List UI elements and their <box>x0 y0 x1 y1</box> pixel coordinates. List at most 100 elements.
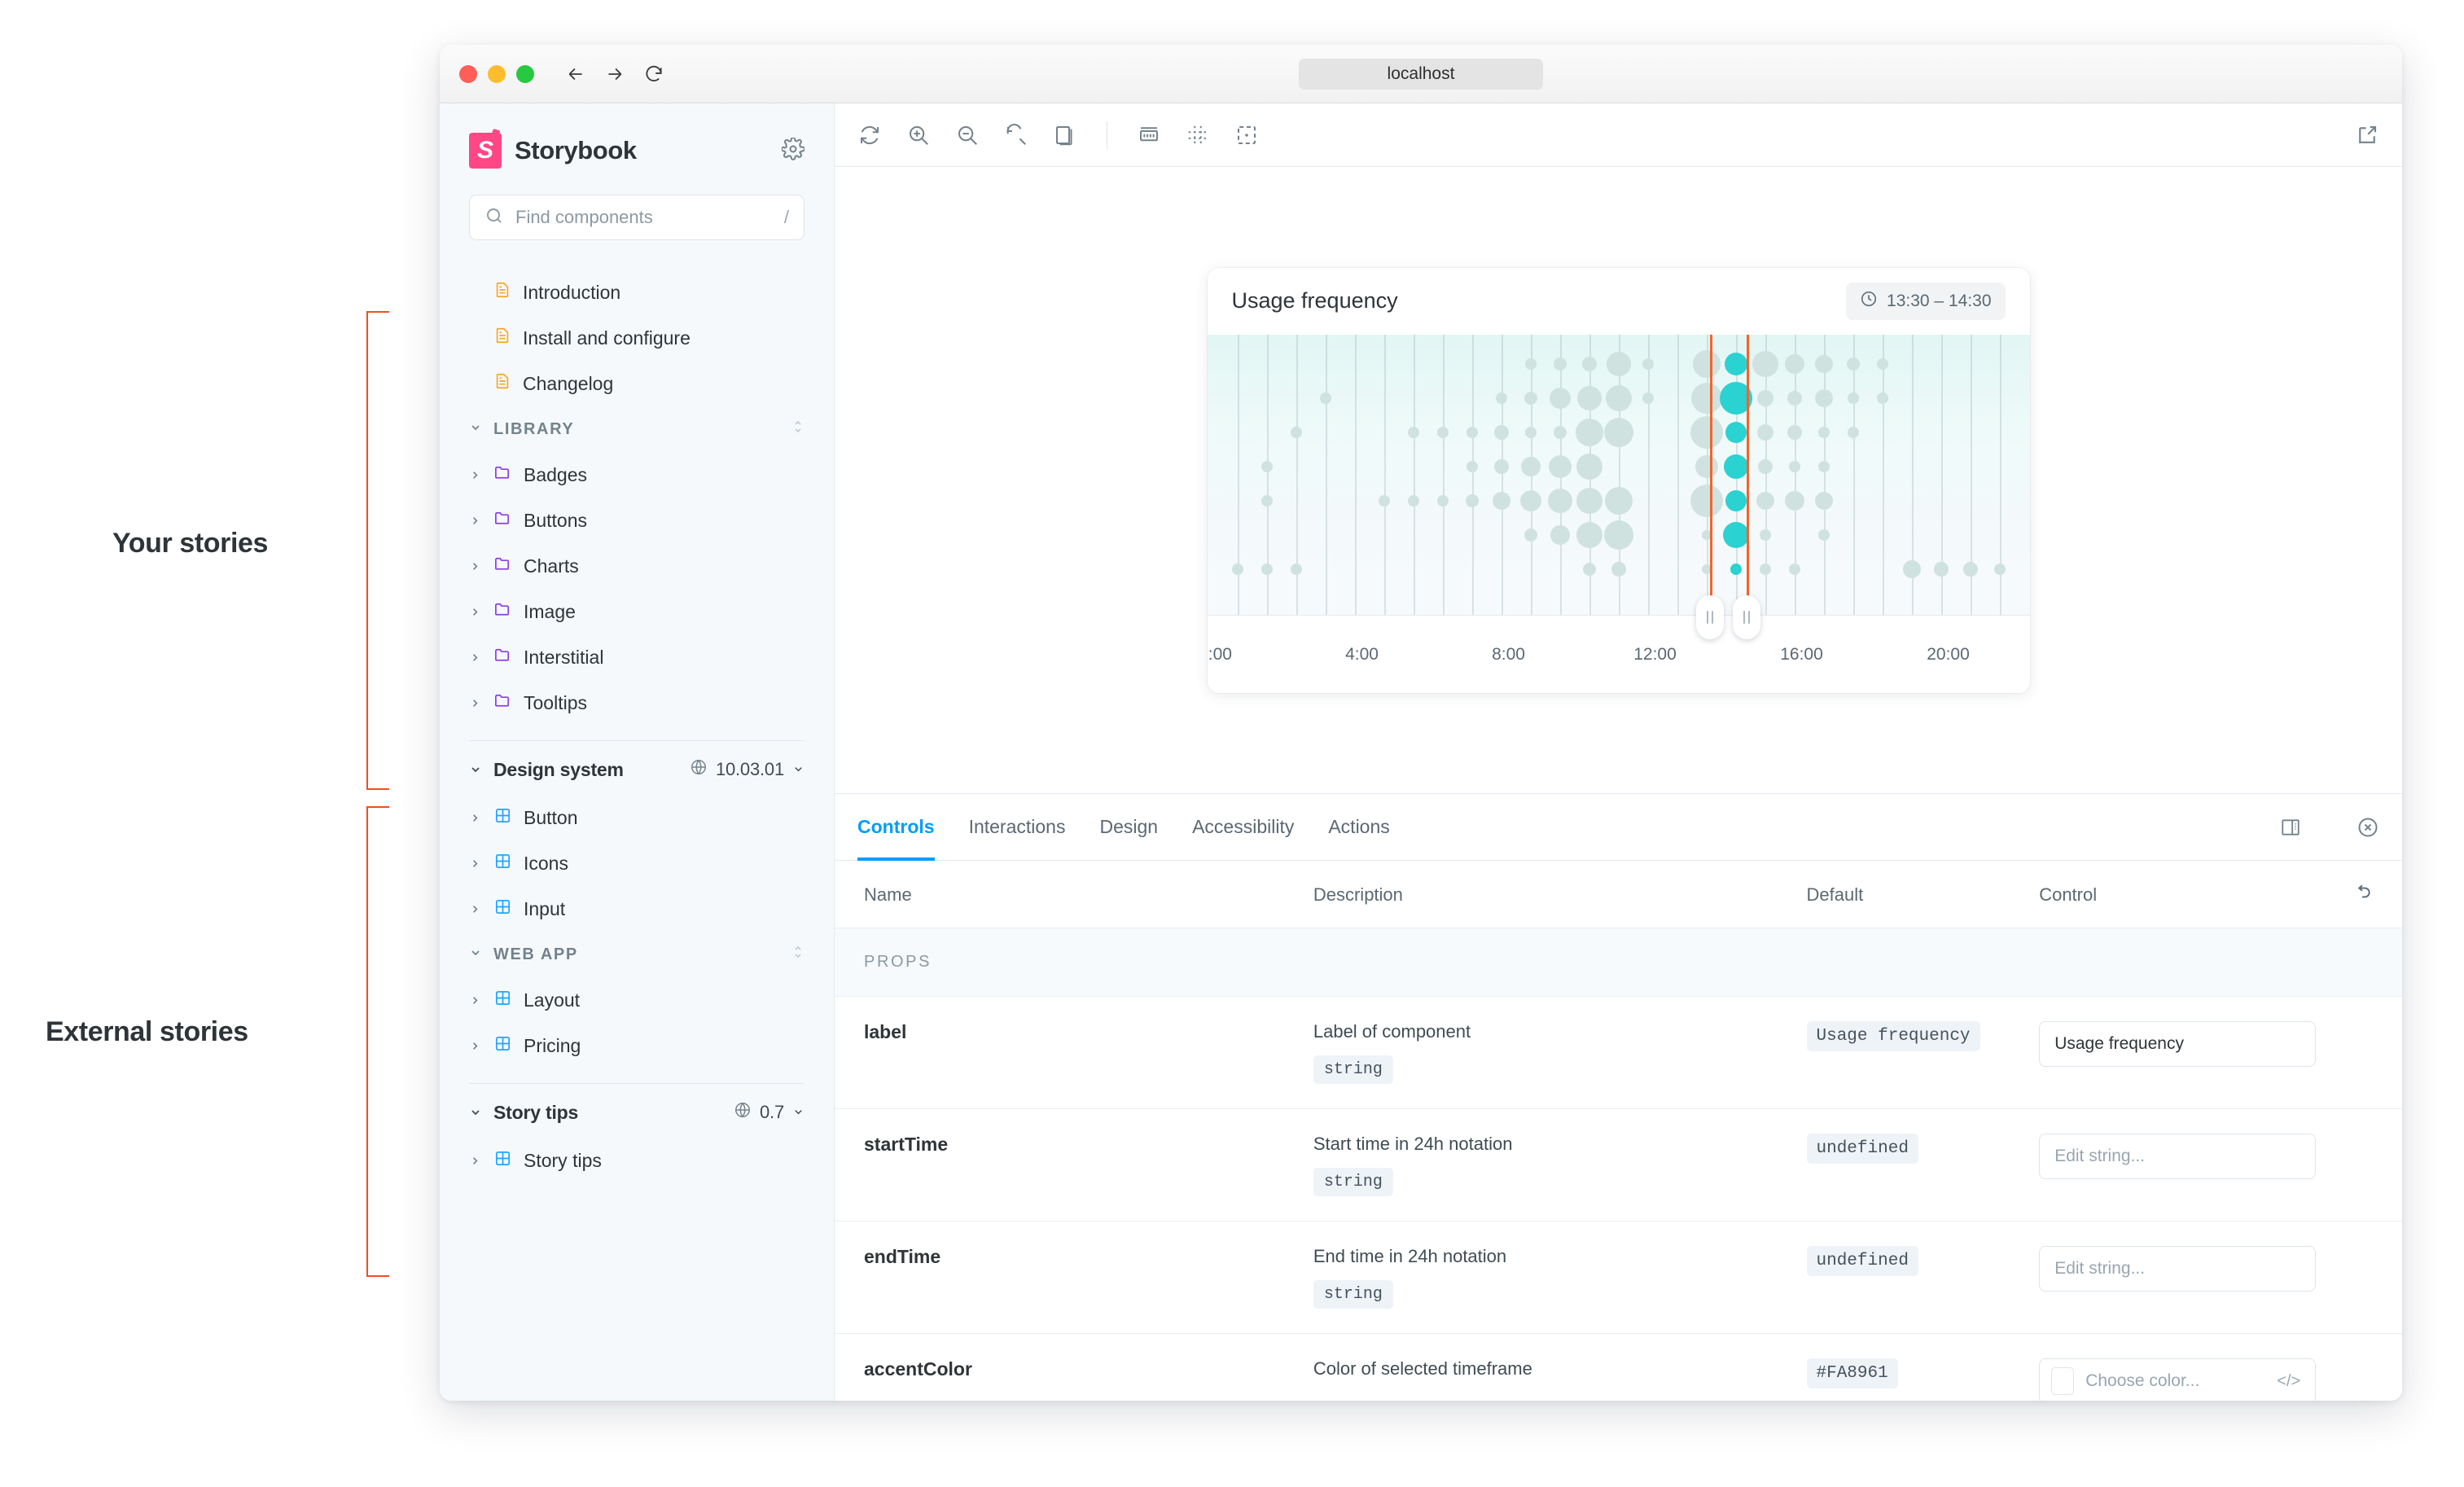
maximize-window-button[interactable] <box>516 65 534 83</box>
brand[interactable]: S Storybook <box>469 133 637 169</box>
chevron-right-icon[interactable] <box>469 469 482 481</box>
sidebar-item-changelog[interactable]: Changelog <box>469 361 805 406</box>
document-icon <box>493 281 511 304</box>
chart-bubble <box>1877 393 1888 404</box>
sidebar-item-introduction[interactable]: Introduction <box>469 270 805 315</box>
sidebar-item-input[interactable]: Input <box>469 886 805 932</box>
chevron-right-icon[interactable] <box>469 606 482 618</box>
prop-type-pill: string <box>1313 1168 1393 1196</box>
axis-tick-label: 8:00 <box>1492 645 1525 665</box>
chart-bubble <box>1757 424 1773 441</box>
sidebar-item-badges[interactable]: Badges <box>469 452 805 498</box>
sidebar-item-icons[interactable]: Icons <box>469 840 805 886</box>
sidebar-item-button[interactable]: Button <box>469 795 805 840</box>
sort-toggle-icon[interactable] <box>791 418 805 441</box>
chevron-right-icon[interactable] <box>469 1155 482 1167</box>
panel-layout-icon[interactable] <box>2280 817 2301 838</box>
chevron-right-icon[interactable] <box>469 697 482 709</box>
back-icon[interactable] <box>565 64 586 85</box>
zoom-out-icon[interactable] <box>955 123 980 147</box>
layers-icon[interactable] <box>1053 123 1077 147</box>
sidebar-root-story-tips[interactable]: Story tips 0.7 <box>469 1087 805 1138</box>
sidebar-item-pricing[interactable]: Pricing <box>469 1023 805 1068</box>
controls-table-header: Name Description Default Control <box>835 861 2402 928</box>
sidebar-group-library[interactable]: LIBRARY <box>469 406 805 452</box>
chevron-right-icon[interactable] <box>469 1040 482 1052</box>
reset-controls-button[interactable] <box>2345 861 2402 928</box>
sidebar-item-interstitial[interactable]: Interstitial <box>469 634 805 680</box>
code-icon[interactable]: </> <box>2277 1372 2300 1391</box>
tab-accessibility[interactable]: Accessibility <box>1192 794 1294 860</box>
chart-gridline <box>1824 335 1826 615</box>
chevron-right-icon[interactable] <box>469 812 482 824</box>
sort-toggle-icon[interactable] <box>791 943 805 966</box>
sidebar-item-story-tips[interactable]: Story tips <box>469 1138 805 1183</box>
url-bar[interactable]: localhost <box>1299 59 1543 90</box>
tab-actions[interactable]: Actions <box>1328 794 1389 860</box>
chart-bubble <box>1691 383 1722 414</box>
range-handle-end[interactable] <box>1733 595 1760 639</box>
chevron-right-icon[interactable] <box>469 651 482 664</box>
close-circle-icon[interactable] <box>2357 816 2379 839</box>
sidebar-item-label: Buttons <box>524 510 587 532</box>
chart-bubble <box>1605 487 1633 515</box>
close-window-button[interactable] <box>459 65 477 83</box>
prop-name: endTime <box>835 1222 1313 1334</box>
color-swatch[interactable] <box>2051 1367 2074 1395</box>
prop-control: Edit string... <box>2039 1109 2345 1222</box>
sidebar-item-charts[interactable]: Charts <box>469 543 805 589</box>
tab-design[interactable]: Design <box>1099 794 1158 860</box>
zoom-reset-icon[interactable] <box>1004 123 1028 147</box>
outline-icon[interactable] <box>1234 123 1259 147</box>
sidebar-item-image[interactable]: Image <box>469 589 805 634</box>
prop-description: Color of selected timeframe <box>1313 1334 1807 1401</box>
sidebar-item-tooltips[interactable]: Tooltips <box>469 680 805 726</box>
time-range-badge[interactable]: 13:30 – 14:30 <box>1846 283 2005 320</box>
chart-gridline <box>1677 335 1679 615</box>
control-text-input-endtime[interactable]: Edit string... <box>2039 1246 2316 1292</box>
chart-bubble <box>1758 459 1773 474</box>
chart-bubble <box>1789 564 1800 575</box>
gear-icon[interactable] <box>782 138 805 164</box>
chart-bubble <box>1725 422 1747 443</box>
chevron-right-icon[interactable] <box>469 994 482 1007</box>
forward-icon[interactable] <box>604 64 625 85</box>
chart-gridline <box>1443 335 1445 615</box>
tab-controls[interactable]: Controls <box>857 794 935 860</box>
control-text-input-starttime[interactable]: Edit string... <box>2039 1134 2316 1179</box>
chart-bubble <box>1785 354 1804 374</box>
sidebar-root-design-system[interactable]: Design system 10.03.01 <box>469 744 805 795</box>
browser-chrome: localhost <box>440 45 2402 103</box>
tab-interactions[interactable]: Interactions <box>969 794 1066 860</box>
chart-bubble <box>1934 562 1949 577</box>
reload-icon[interactable] <box>643 64 664 85</box>
control-text-input-label[interactable]: Usage frequency <box>2039 1021 2316 1067</box>
chevron-down-icon <box>469 1102 482 1124</box>
minimize-window-button[interactable] <box>488 65 506 83</box>
usage-frequency-plot[interactable] <box>1208 335 2030 615</box>
chevron-right-icon[interactable] <box>469 858 482 870</box>
chart-bubble <box>1695 455 1718 478</box>
external-link-icon[interactable] <box>2355 123 2379 147</box>
sidebar-item-buttons[interactable]: Buttons <box>469 498 805 543</box>
zoom-in-icon[interactable] <box>906 123 931 147</box>
chevron-right-icon[interactable] <box>469 515 482 527</box>
refresh-icon[interactable] <box>857 123 882 147</box>
chart-bubble <box>1787 391 1802 406</box>
range-handle-start[interactable] <box>1696 595 1724 639</box>
sidebar-item-install-and-configure[interactable]: Install and configure <box>469 315 805 361</box>
search-input[interactable]: Find components / <box>469 195 805 240</box>
version-selector[interactable]: 10.03.01 <box>690 758 805 781</box>
sidebar-item-label: Pricing <box>524 1035 581 1057</box>
grid-icon[interactable] <box>1186 123 1210 147</box>
search-placeholder: Find components <box>515 207 773 228</box>
chevron-right-icon[interactable] <box>469 560 482 572</box>
ruler-icon[interactable] <box>1137 123 1161 147</box>
sidebar-group-web-app[interactable]: WEB APP <box>469 932 805 977</box>
sidebar-item-layout[interactable]: Layout <box>469 977 805 1023</box>
chevron-right-icon[interactable] <box>469 903 482 915</box>
control-color-input-accentcolor[interactable]: Choose color... </> <box>2039 1358 2316 1401</box>
chart-bubble <box>1291 564 1302 575</box>
version-selector[interactable]: 0.7 <box>734 1101 805 1124</box>
chart-bubble <box>1725 490 1747 511</box>
